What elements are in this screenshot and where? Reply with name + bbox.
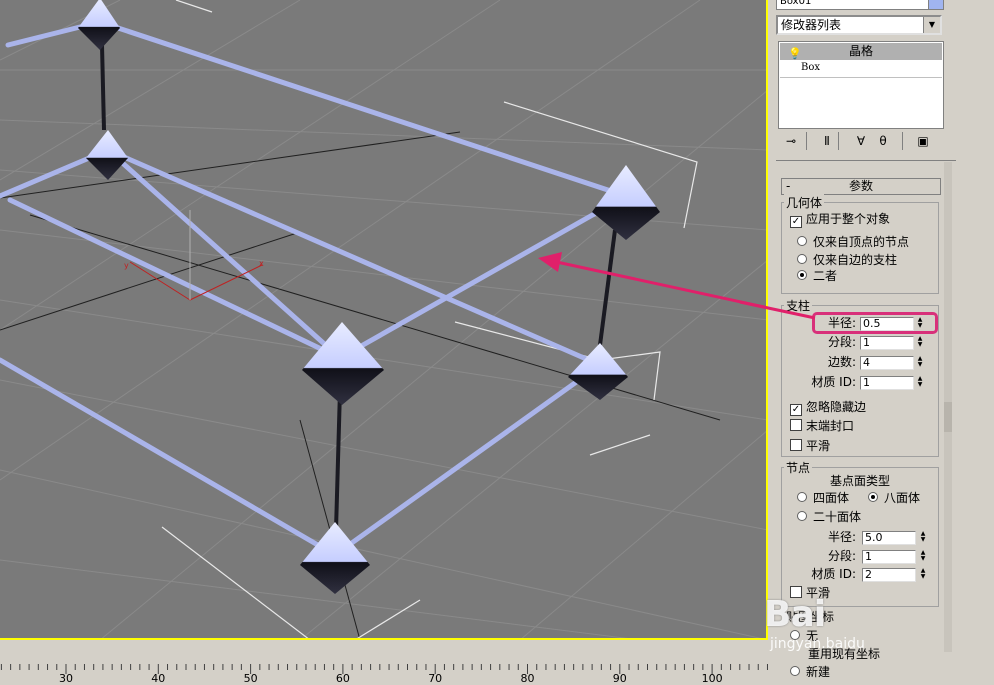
radio-icon (797, 492, 807, 502)
radio-edge-struts[interactable]: 仅来自边的支柱 (797, 252, 897, 268)
spinner-arrows-icon[interactable]: ▲ ▼ (915, 336, 925, 348)
ruler-label: 60 (335, 672, 350, 685)
radio-icon (790, 666, 800, 676)
struts-group-label: 支柱 (784, 297, 813, 314)
spinner-arrows-icon[interactable]: ▲ ▼ (918, 531, 928, 543)
strut-matid-label: 材质 ID: (811, 375, 856, 389)
spinner-arrows-icon[interactable]: ▲ ▼ (915, 356, 925, 368)
strut-segments-input[interactable]: 1 (860, 336, 914, 350)
checkbox-checked-icon: ✓ (790, 216, 802, 228)
panel-scrollbar[interactable] (944, 162, 952, 652)
joint-matid-input[interactable]: 2 (862, 568, 916, 582)
modifier-list-label: 修改器列表 (781, 18, 842, 32)
modifier-list-dropdown[interactable]: 修改器列表 ▼ (776, 15, 942, 35)
stack-toolbar: ⊸ Ⅱ ∀ θ ▣ (778, 130, 942, 154)
modifier-stack[interactable]: 💡 晶格 Box (778, 41, 944, 129)
checkbox-checked-icon: ✓ (790, 404, 802, 416)
viewport-scene: y x (0, 0, 768, 640)
ruler-label: 50 (243, 672, 258, 685)
checkbox-icon (790, 419, 802, 431)
stack-divider (780, 77, 942, 78)
toolbar-divider (838, 132, 839, 150)
radio-selected-icon (868, 492, 878, 502)
ruler-label: 70 (428, 672, 443, 685)
joint-matid-label: 材质 ID: (811, 567, 856, 581)
radio-icosa[interactable]: 二十面体 (797, 509, 861, 525)
panel-margin (956, 0, 994, 682)
remove-modifier-icon[interactable]: θ (874, 132, 892, 150)
checkbox-icon (790, 439, 802, 451)
ruler-label: 40 (151, 672, 166, 685)
stack-item-box[interactable]: Box (801, 62, 820, 73)
radio-both[interactable]: 二者 (797, 268, 837, 284)
apply-whole-object-checkbox[interactable]: ✓ 应用于整个对象 (790, 211, 890, 228)
spinner-arrows-icon[interactable]: ▲ ▼ (918, 568, 928, 580)
spinner-arrows-icon[interactable]: ▲ ▼ (915, 376, 925, 388)
annotation-arrow (538, 252, 768, 310)
radio-icon (797, 511, 807, 521)
strut-segments-label: 分段: (827, 335, 856, 349)
strut-matid-input[interactable]: 1 (860, 376, 914, 390)
radio-selected-icon (797, 270, 807, 280)
strut-sides-input[interactable]: 4 (860, 356, 914, 370)
end-caps-checkbox[interactable]: 末端封口 (790, 418, 854, 434)
ruler-ticks (0, 664, 768, 674)
radio-octa[interactable]: 八面体 (868, 490, 920, 506)
radio-mapping-new[interactable]: 新建 (790, 664, 830, 680)
ruler-label: 90 (612, 672, 627, 685)
lattice-struts (0, 19, 629, 558)
baidu-watermark-text: jingyan.baidu (770, 636, 865, 652)
object-name-field[interactable]: Box01 (776, 0, 929, 10)
parameters-rollout-header[interactable]: - 参数 (781, 178, 941, 195)
time-ruler[interactable] (0, 644, 768, 682)
strut-smooth-checkbox[interactable]: 平滑 (790, 438, 830, 454)
joint-segments-input[interactable]: 1 (862, 550, 916, 564)
scrollbar-thumb[interactable] (944, 402, 952, 432)
show-end-result-icon[interactable]: Ⅱ (818, 132, 836, 150)
radio-tetra[interactable]: 四面体 (797, 490, 849, 506)
ruler-label: 80 (520, 672, 535, 685)
make-unique-icon[interactable]: ∀ (852, 132, 870, 150)
ignore-hidden-edges-checkbox[interactable]: ✓ 忽略隐藏边 (790, 399, 866, 416)
object-color-swatch[interactable] (928, 0, 944, 10)
joint-radius-input[interactable]: 5.0 (862, 531, 916, 545)
pin-stack-icon[interactable]: ⊸ (782, 132, 800, 150)
collapse-icon: - (786, 179, 791, 193)
panel-divider (776, 160, 956, 161)
toolbar-divider (806, 132, 807, 150)
perspective-viewport[interactable]: y x (0, 0, 768, 640)
radio-icon (797, 254, 807, 264)
baidu-logo: Bai (764, 594, 826, 635)
toolbar-divider (902, 132, 903, 150)
configure-sets-icon[interactable]: ▣ (914, 132, 932, 150)
ruler-label: 100 (701, 672, 723, 685)
svg-text:x: x (259, 259, 264, 268)
radio-icon (797, 236, 807, 246)
spinner-arrows-icon[interactable]: ▲ ▼ (918, 550, 928, 562)
geometry-group-label: 几何体 (784, 194, 825, 211)
ruler-label: 30 (59, 672, 73, 685)
strut-sides-label: 边数: (827, 355, 856, 369)
chevron-down-icon[interactable]: ▼ (923, 17, 940, 33)
svg-text:y: y (124, 261, 129, 270)
radio-vertex-joints[interactable]: 仅来自顶点的节点 (797, 234, 909, 250)
base-type-label: 基点面类型 (830, 474, 891, 488)
joints-group-label: 节点 (784, 459, 813, 476)
stack-item-lattice[interactable]: 💡 晶格 (780, 43, 942, 60)
joint-radius-label: 半径: (827, 530, 856, 544)
baidu-watermark: Bai jingyan.baidu (764, 594, 865, 652)
radius-highlight-box (812, 312, 938, 334)
joint-segments-label: 分段: (827, 549, 856, 563)
